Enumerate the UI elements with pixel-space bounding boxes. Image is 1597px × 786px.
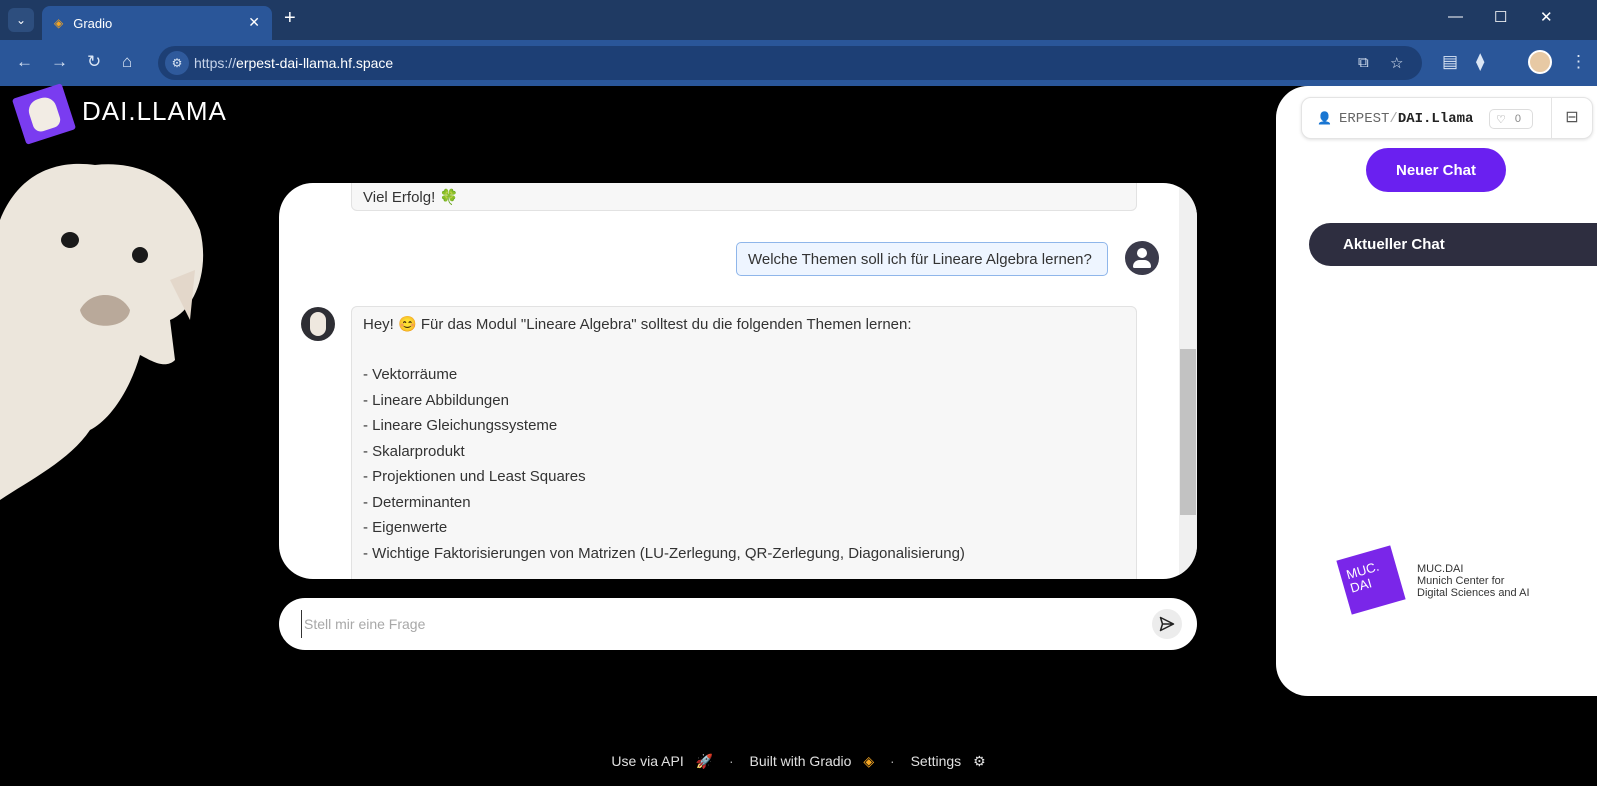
new-tab-button[interactable]: + (284, 7, 296, 30)
owner-avatar-icon: 👤 (1317, 111, 1332, 125)
current-chat-item[interactable]: Aktueller Chat (1309, 223, 1597, 266)
address-bar[interactable]: ⚙ https://erpest-dai-llama.hf.space ⧉ ☆ (158, 46, 1422, 80)
install-app-icon[interactable]: ⧉ (1358, 54, 1369, 71)
muc-dai-logo: MUC. DAI (1336, 545, 1406, 615)
tab-close-icon[interactable]: ✕ (248, 14, 260, 31)
message-input-bar (279, 598, 1197, 650)
like-count: 0 (1514, 113, 1521, 125)
app-root: DAI.LLAMA Viel Erfolg! 🍀 Welche Themen s… (0, 83, 1597, 786)
browser-tab-bar: ⌄ ◈ Gradio ✕ + — ☐ ✕ (0, 0, 1597, 40)
url-text[interactable]: https://erpest-dai-llama.hf.space (194, 55, 393, 71)
app-title: DAI.LLAMA (82, 96, 227, 126)
alpaca-illustration (0, 163, 204, 500)
window-close-icon[interactable]: ✕ (1540, 8, 1553, 26)
space-owner-link[interactable]: ERPEST/DAI.Llama (1339, 111, 1473, 127)
tab-search-button[interactable]: ⌄ (8, 8, 34, 32)
rocket-icon: 🚀 (695, 753, 714, 769)
maximize-icon[interactable]: ☐ (1494, 8, 1507, 26)
gradio-logo-icon: ◈ (863, 753, 875, 769)
user-message: Welche Themen soll ich für Lineare Algeb… (736, 242, 1108, 276)
bot-message: Hey! 😊 Für das Modul "Lineare Algebra" s… (351, 306, 1137, 579)
heart-icon: ♡ (1496, 113, 1506, 126)
like-button[interactable]: ♡ 0 (1489, 109, 1533, 129)
profile-avatar[interactable] (1528, 50, 1552, 74)
back-icon[interactable]: ← (16, 52, 33, 72)
send-button[interactable] (1152, 609, 1182, 639)
message-line: - Lineare Gleichungssysteme (363, 417, 558, 434)
badge-divider (1551, 98, 1552, 138)
message-line: - Lineare Abbildungen (363, 391, 509, 409)
hf-space-badge: 👤 ERPEST/DAI.Llama ♡ 0 ⊟ (1301, 97, 1593, 139)
message-line: - Vektorräume (363, 366, 458, 383)
bookmark-star-icon[interactable]: ☆ (1390, 54, 1403, 72)
clover-emoji: 🍀 (439, 189, 459, 206)
message-input[interactable] (301, 610, 1121, 638)
message-line: - Wichtige Faktorisierungen von Matrizen… (363, 544, 965, 562)
chat-scrollbar-thumb[interactable] (1180, 349, 1196, 515)
reading-list-icon[interactable]: ▤ (1442, 52, 1458, 72)
site-info-icon[interactable]: ⚙ (165, 51, 189, 75)
built-with-gradio-link[interactable]: Built with Gradio ◈ (746, 753, 879, 769)
message-line: - Eigenwerte (363, 519, 448, 536)
browser-nav-bar: ← → ↻ ⌂ ⚙ https://erpest-dai-llama.hf.sp… (0, 40, 1597, 86)
user-avatar-icon (1125, 241, 1159, 275)
app-logo (11, 83, 77, 145)
settings-link[interactable]: Settings ⚙ (907, 753, 990, 769)
bot-message: Viel Erfolg! 🍀 (351, 183, 1137, 211)
browser-menu-icon[interactable]: ⋮ (1570, 52, 1587, 72)
tab-title: Gradio (73, 15, 113, 31)
gear-icon: ⚙ (973, 753, 986, 769)
minimize-icon[interactable]: — (1448, 8, 1463, 25)
message-line: Hey! 😊 Für das Modul "Lineare Algebra" s… (363, 316, 912, 333)
new-chat-button[interactable]: Neuer Chat (1366, 148, 1506, 192)
message-line: - Determinanten (363, 493, 471, 511)
muc-dai-text: MUC.DAI Munich Center for Digital Scienc… (1417, 563, 1530, 599)
home-icon[interactable]: ⌂ (122, 52, 132, 72)
sidebar: 👤 ERPEST/DAI.Llama ♡ 0 ⊟ Neuer Chat Aktu… (1276, 86, 1597, 696)
extensions-icon[interactable]: ⧫ (1476, 52, 1484, 72)
bot-avatar (301, 307, 335, 341)
chat-panel[interactable]: Viel Erfolg! 🍀 Welche Themen soll ich fü… (279, 183, 1197, 579)
gradio-favicon-icon: ◈ (54, 16, 64, 30)
message-line (363, 341, 1125, 367)
browser-tab[interactable]: ◈ Gradio ✕ (42, 6, 272, 40)
message-line: - Skalarprodukt (363, 442, 465, 460)
use-via-api-link[interactable]: Use via API 🚀 (607, 753, 717, 769)
forward-icon[interactable]: → (51, 52, 68, 72)
message-line: - Projektionen und Least Squares (363, 468, 586, 485)
space-repo-link[interactable]: DAI.Llama (1398, 111, 1474, 127)
send-icon (1159, 616, 1175, 632)
archive-icon[interactable]: ⊟ (1557, 107, 1587, 127)
footer: Use via API 🚀 · Built with Gradio ◈ · Se… (0, 753, 1597, 770)
reload-icon[interactable]: ↻ (87, 52, 101, 72)
